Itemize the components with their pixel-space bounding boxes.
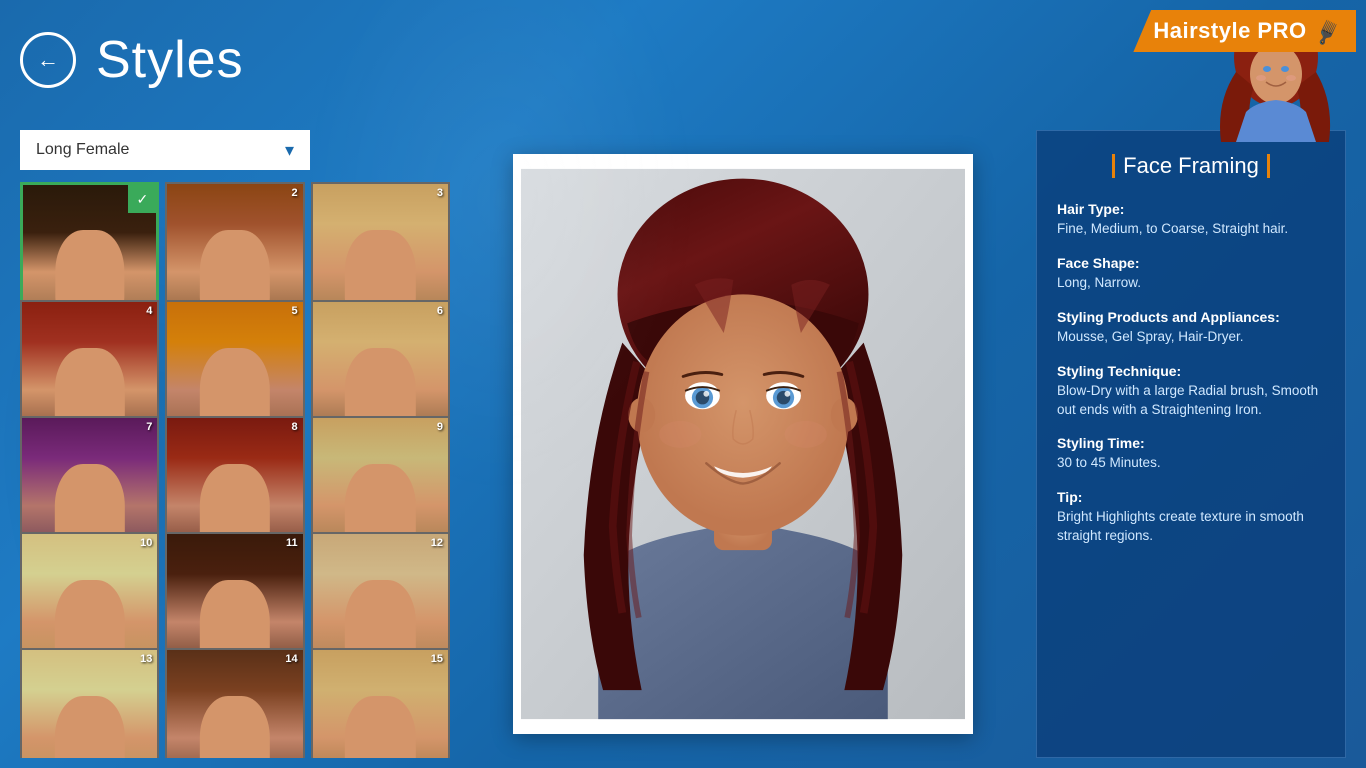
title-bar-left xyxy=(1112,154,1115,178)
brand-name: Hairstyle PRO xyxy=(1153,18,1306,44)
info-section-label: Tip: xyxy=(1057,489,1325,505)
back-button[interactable]: ← xyxy=(20,32,76,88)
info-section: Hair Type: Fine, Medium, to Coarse, Strai… xyxy=(1057,201,1325,239)
info-section-value: 30 to 45 Minutes. xyxy=(1057,454,1325,473)
style-name: Face Framing xyxy=(1123,153,1259,179)
info-section: Styling Products and Appliances: Mousse, … xyxy=(1057,309,1325,347)
preview-image-container xyxy=(513,154,973,734)
page-title: Styles xyxy=(96,30,244,90)
style-item[interactable]: 15 xyxy=(311,648,450,758)
info-section: Styling Technique: Blow-Dry with a large … xyxy=(1057,363,1325,420)
dropdown-selected-value: Long Female xyxy=(36,141,129,159)
info-section-label: Styling Technique: xyxy=(1057,363,1325,379)
center-preview xyxy=(470,130,1016,758)
info-section-label: Hair Type: xyxy=(1057,201,1325,217)
brand-area: Hairstyle PRO 🪮 xyxy=(1056,0,1366,142)
style-item-number: 13 xyxy=(140,653,152,665)
style-item-number: 15 xyxy=(431,653,443,665)
left-panel: Long Female ▾ ✓ 2 3 4 5 6 7 8 9 10 11 12 13 14 15 xyxy=(20,130,450,758)
style-category-dropdown[interactable]: Long Female ▾ xyxy=(20,130,310,170)
style-item-number: 10 xyxy=(140,537,152,549)
style-item-number: 7 xyxy=(146,421,152,433)
info-section-value: Long, Narrow. xyxy=(1057,274,1325,293)
style-item[interactable]: 13 xyxy=(20,648,159,758)
brand-banner: Hairstyle PRO 🪮 xyxy=(1133,10,1356,52)
info-title: Face Framing xyxy=(1057,153,1325,179)
info-section-value: Blow-Dry with a large Radial brush, Smoo… xyxy=(1057,382,1325,420)
info-section: Styling Time: 30 to 45 Minutes. xyxy=(1057,435,1325,473)
info-section: Tip: Bright Highlights create texture in … xyxy=(1057,489,1325,546)
info-panel: Face Framing Hair Type: Fine, Medium, to … xyxy=(1036,130,1346,758)
info-sections: Hair Type: Fine, Medium, to Coarse, Strai… xyxy=(1057,201,1325,546)
style-item-number: 6 xyxy=(437,305,443,317)
style-item-number: 11 xyxy=(286,537,298,549)
main-content: Long Female ▾ ✓ 2 3 4 5 6 7 8 9 10 11 12 13 14 15 xyxy=(0,120,1366,768)
info-section-label: Face Shape: xyxy=(1057,255,1325,271)
info-section-value: Mousse, Gel Spray, Hair-Dryer. xyxy=(1057,328,1325,347)
title-bar-right xyxy=(1267,154,1270,178)
comb-icon: 🪮 xyxy=(1311,15,1343,47)
style-item[interactable]: 14 xyxy=(165,648,304,758)
style-item-number: 5 xyxy=(292,305,298,317)
style-item-number: 4 xyxy=(146,305,152,317)
info-section-value: Fine, Medium, to Coarse, Straight hair. xyxy=(1057,220,1325,239)
style-item-number: 2 xyxy=(292,187,298,199)
info-section: Face Shape: Long, Narrow. xyxy=(1057,255,1325,293)
style-item-number: 8 xyxy=(292,421,298,433)
style-grid: ✓ 2 3 4 5 6 7 8 9 10 11 12 13 14 15 xyxy=(20,182,450,758)
info-section-label: Styling Products and Appliances: xyxy=(1057,309,1325,325)
style-item-number: 14 xyxy=(285,653,297,665)
chevron-down-icon: ▾ xyxy=(285,140,294,161)
style-item-number: 3 xyxy=(437,187,443,199)
style-item-number: 9 xyxy=(437,421,443,433)
portrait-image xyxy=(521,162,965,726)
style-item-number: 12 xyxy=(431,537,443,549)
info-section-value: Bright Highlights create texture in smoo… xyxy=(1057,508,1325,546)
header-left: ← Styles xyxy=(20,30,244,90)
info-section-label: Styling Time: xyxy=(1057,435,1325,451)
selected-check-icon: ✓ xyxy=(128,185,156,213)
header: ← Styles Hairstyle PRO 🪮 xyxy=(0,0,1366,120)
